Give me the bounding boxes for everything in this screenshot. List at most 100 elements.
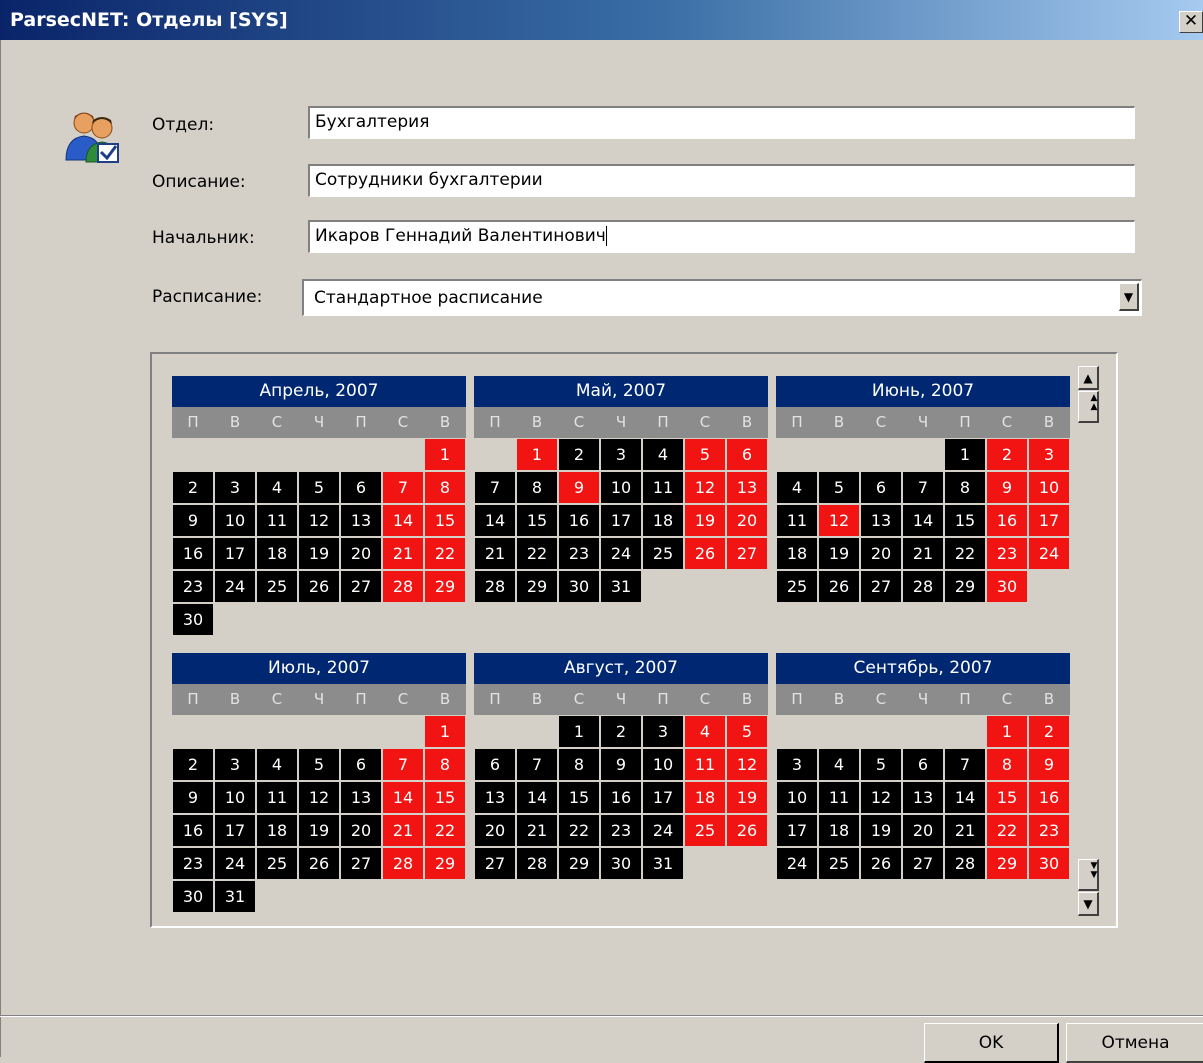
workday-cell[interactable]: 5 bbox=[299, 472, 339, 503]
workday-cell[interactable]: 31 bbox=[215, 881, 255, 912]
workday-cell[interactable]: 3 bbox=[643, 716, 683, 747]
holiday-cell[interactable]: 21 bbox=[383, 538, 423, 569]
workday-cell[interactable]: 5 bbox=[861, 749, 901, 780]
holiday-cell[interactable]: 26 bbox=[685, 538, 725, 569]
workday-cell[interactable]: 28 bbox=[903, 571, 943, 602]
holiday-cell[interactable]: 12 bbox=[727, 749, 767, 780]
workday-cell[interactable]: 17 bbox=[215, 815, 255, 846]
holiday-cell[interactable]: 23 bbox=[1029, 815, 1069, 846]
workday-cell[interactable]: 3 bbox=[777, 749, 817, 780]
workday-cell[interactable]: 23 bbox=[601, 815, 641, 846]
holiday-cell[interactable]: 9 bbox=[559, 472, 599, 503]
workday-cell[interactable]: 27 bbox=[341, 571, 381, 602]
workday-cell[interactable]: 4 bbox=[257, 749, 297, 780]
workday-cell[interactable]: 13 bbox=[861, 505, 901, 536]
workday-cell[interactable]: 10 bbox=[215, 782, 255, 813]
workday-cell[interactable]: 24 bbox=[601, 538, 641, 569]
workday-cell[interactable]: 21 bbox=[903, 538, 943, 569]
workday-cell[interactable]: 16 bbox=[173, 538, 213, 569]
holiday-cell[interactable]: 19 bbox=[685, 505, 725, 536]
workday-cell[interactable]: 26 bbox=[819, 571, 859, 602]
workday-cell[interactable]: 18 bbox=[257, 538, 297, 569]
holiday-cell[interactable]: 2 bbox=[987, 439, 1027, 470]
holiday-cell[interactable]: 5 bbox=[727, 716, 767, 747]
workday-cell[interactable]: 14 bbox=[517, 782, 557, 813]
workday-cell[interactable]: 2 bbox=[559, 439, 599, 470]
holiday-cell[interactable]: 26 bbox=[727, 815, 767, 846]
holiday-cell[interactable]: 14 bbox=[383, 505, 423, 536]
workday-cell[interactable]: 6 bbox=[341, 472, 381, 503]
workday-cell[interactable]: 13 bbox=[475, 782, 515, 813]
holiday-cell[interactable]: 1 bbox=[425, 716, 465, 747]
workday-cell[interactable]: 13 bbox=[903, 782, 943, 813]
workday-cell[interactable]: 7 bbox=[945, 749, 985, 780]
holiday-cell[interactable]: 22 bbox=[425, 815, 465, 846]
holiday-cell[interactable]: 18 bbox=[685, 782, 725, 813]
holiday-cell[interactable]: 14 bbox=[383, 782, 423, 813]
workday-cell[interactable]: 2 bbox=[601, 716, 641, 747]
scroll-down-button[interactable]: ▼ bbox=[1078, 892, 1099, 916]
workday-cell[interactable]: 28 bbox=[945, 848, 985, 879]
ok-button[interactable]: OK bbox=[924, 1023, 1059, 1063]
holiday-cell[interactable]: 4 bbox=[685, 716, 725, 747]
workday-cell[interactable]: 25 bbox=[819, 848, 859, 879]
holiday-cell[interactable]: 15 bbox=[425, 782, 465, 813]
holiday-cell[interactable]: 28 bbox=[383, 848, 423, 879]
holiday-cell[interactable]: 25 bbox=[685, 815, 725, 846]
workday-cell[interactable]: 18 bbox=[819, 815, 859, 846]
holiday-cell[interactable]: 11 bbox=[685, 749, 725, 780]
workday-cell[interactable]: 16 bbox=[559, 505, 599, 536]
workday-cell[interactable]: 9 bbox=[173, 782, 213, 813]
holiday-cell[interactable]: 2 bbox=[1029, 716, 1069, 747]
holiday-cell[interactable]: 7 bbox=[383, 749, 423, 780]
workday-cell[interactable]: 19 bbox=[299, 538, 339, 569]
workday-cell[interactable]: 4 bbox=[777, 472, 817, 503]
workday-cell[interactable]: 20 bbox=[341, 538, 381, 569]
workday-cell[interactable]: 20 bbox=[341, 815, 381, 846]
workday-cell[interactable]: 8 bbox=[517, 472, 557, 503]
workday-cell[interactable]: 23 bbox=[173, 571, 213, 602]
workday-cell[interactable]: 30 bbox=[559, 571, 599, 602]
workday-cell[interactable]: 5 bbox=[299, 749, 339, 780]
holiday-cell[interactable]: 6 bbox=[727, 439, 767, 470]
workday-cell[interactable]: 30 bbox=[173, 604, 213, 635]
workday-cell[interactable]: 12 bbox=[299, 505, 339, 536]
workday-cell[interactable]: 13 bbox=[341, 782, 381, 813]
holiday-cell[interactable]: 1 bbox=[425, 439, 465, 470]
workday-cell[interactable]: 23 bbox=[173, 848, 213, 879]
holiday-cell[interactable]: 8 bbox=[425, 749, 465, 780]
workday-cell[interactable]: 6 bbox=[341, 749, 381, 780]
workday-cell[interactable]: 26 bbox=[861, 848, 901, 879]
workday-cell[interactable]: 10 bbox=[215, 505, 255, 536]
workday-cell[interactable]: 15 bbox=[517, 505, 557, 536]
head-field[interactable]: Икаров Геннадий Валентинович bbox=[308, 220, 1135, 253]
holiday-cell[interactable]: 30 bbox=[1029, 848, 1069, 879]
holiday-cell[interactable]: 16 bbox=[1029, 782, 1069, 813]
workday-cell[interactable]: 20 bbox=[475, 815, 515, 846]
workday-cell[interactable]: 8 bbox=[945, 472, 985, 503]
workday-cell[interactable]: 12 bbox=[299, 782, 339, 813]
workday-cell[interactable]: 31 bbox=[601, 571, 641, 602]
close-button[interactable]: ✕ bbox=[1179, 11, 1203, 33]
workday-cell[interactable]: 10 bbox=[643, 749, 683, 780]
workday-cell[interactable]: 10 bbox=[601, 472, 641, 503]
holiday-cell[interactable]: 7 bbox=[383, 472, 423, 503]
workday-cell[interactable]: 11 bbox=[257, 505, 297, 536]
workday-cell[interactable]: 21 bbox=[945, 815, 985, 846]
workday-cell[interactable]: 24 bbox=[215, 571, 255, 602]
workday-cell[interactable]: 16 bbox=[601, 782, 641, 813]
workday-cell[interactable]: 31 bbox=[643, 848, 683, 879]
workday-cell[interactable]: 19 bbox=[819, 538, 859, 569]
holiday-cell[interactable]: 8 bbox=[425, 472, 465, 503]
workday-cell[interactable]: 6 bbox=[861, 472, 901, 503]
workday-cell[interactable]: 24 bbox=[777, 848, 817, 879]
holiday-cell[interactable]: 22 bbox=[425, 538, 465, 569]
workday-cell[interactable]: 17 bbox=[601, 505, 641, 536]
workday-cell[interactable]: 11 bbox=[777, 505, 817, 536]
workday-cell[interactable]: 13 bbox=[341, 505, 381, 536]
holiday-cell[interactable]: 12 bbox=[685, 472, 725, 503]
workday-cell[interactable]: 25 bbox=[777, 571, 817, 602]
holiday-cell[interactable]: 8 bbox=[987, 749, 1027, 780]
workday-cell[interactable]: 14 bbox=[903, 505, 943, 536]
workday-cell[interactable]: 6 bbox=[475, 749, 515, 780]
